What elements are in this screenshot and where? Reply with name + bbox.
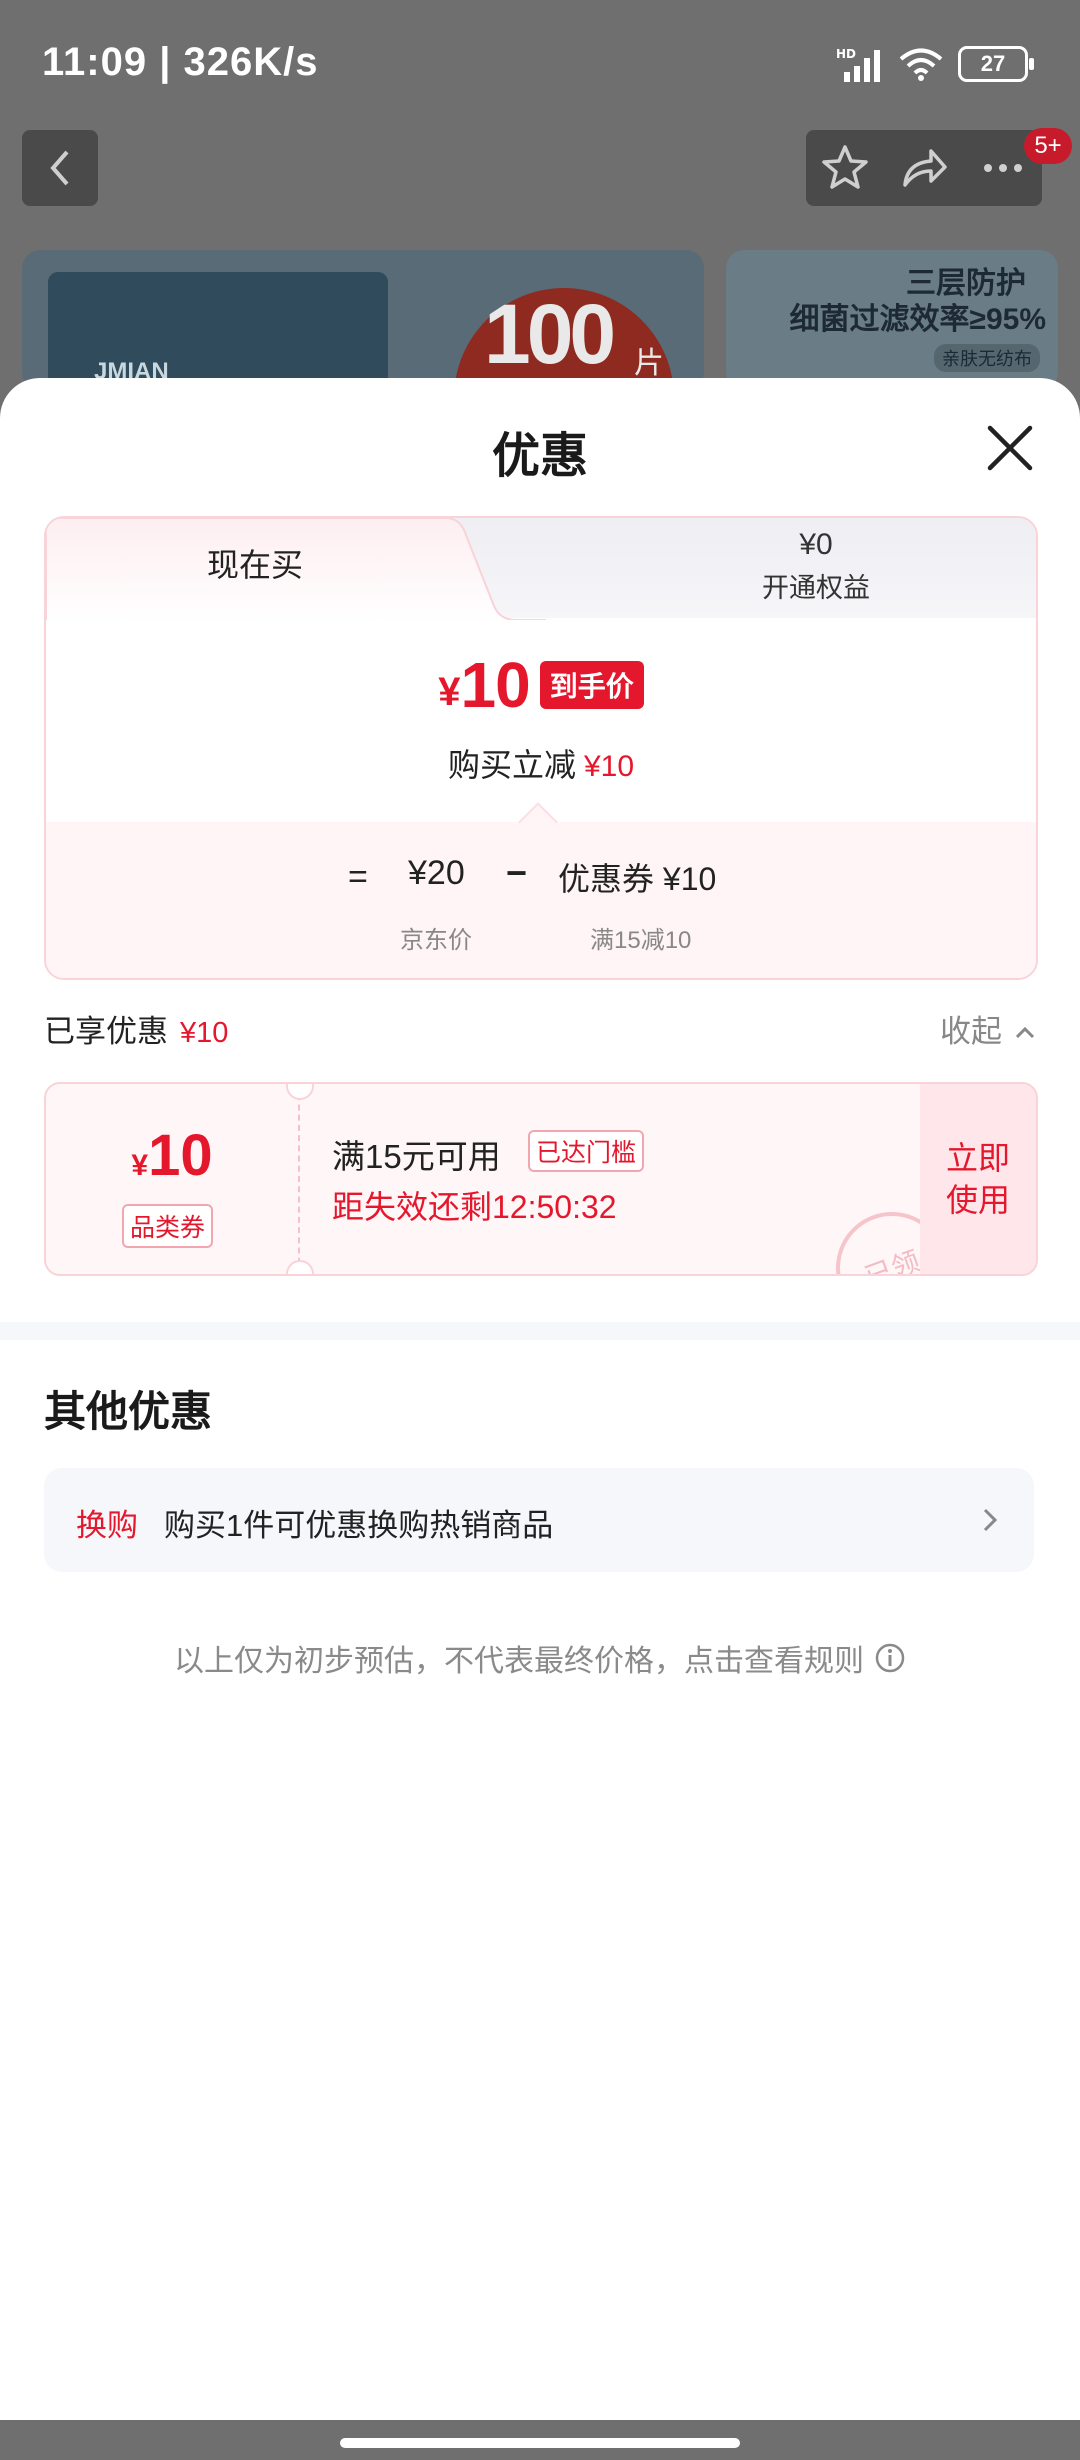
- final-price: ¥ 10 到手价: [46, 648, 1036, 722]
- tab-buy-now[interactable]: 现在买: [46, 540, 464, 586]
- enjoyed-discount: 已享优惠 ¥10: [44, 1006, 228, 1051]
- coupon-countdown: 距失效还剩12:50:32: [332, 1189, 617, 1225]
- section-separator: [0, 1322, 1080, 1340]
- discount-sheet: 优惠 现在买 ¥0 开通权益 ¥ 10 到手价 购买立减 ¥10 = ¥20 − …: [0, 378, 1080, 2420]
- price-card: 现在买 ¥0 开通权益 ¥ 10 到手价 购买立减 ¥10 = ¥20 − 优惠券…: [44, 516, 1038, 980]
- reduction-amount: ¥10: [583, 750, 635, 783]
- product-image-2[interactable]: 三层防护 细菌过滤效率≥95% 亲肤无纺布: [726, 250, 1058, 390]
- star-icon[interactable]: [820, 143, 870, 193]
- final-price-tag: 到手价: [539, 661, 644, 709]
- coupon-symbol: ¥: [131, 1149, 149, 1182]
- sheet-title: 优惠: [491, 430, 588, 483]
- jd-price-label: 京东价: [400, 927, 472, 954]
- home-indicator[interactable]: [340, 2438, 740, 2448]
- battery-icon: 27: [958, 46, 1034, 82]
- instant-reduction: 购买立减 ¥10: [46, 740, 1036, 786]
- count-value: 100: [484, 287, 616, 381]
- threshold-reached-badge: 已达门槛: [528, 1130, 645, 1172]
- chevron-right-icon: [983, 1508, 998, 1532]
- coupon-condition: 满15元可用: [332, 1138, 501, 1175]
- coupon-notch-bottom: [286, 1260, 314, 1274]
- price-value: 10: [460, 649, 531, 721]
- use-now-button[interactable]: 立即使用: [920, 1084, 1036, 1274]
- status-bar: 11:09 | 326K/s HD 27: [0, 0, 1080, 130]
- coupon-deduction: 优惠券 ¥10: [558, 861, 717, 897]
- message-badge: 5+: [1024, 128, 1072, 164]
- coupon-value-area: ¥10 品类券: [46, 1084, 298, 1274]
- formula-minus: −: [506, 852, 528, 893]
- exchange-tag: 换购: [76, 1508, 138, 1543]
- chevron-left-icon: [50, 150, 69, 186]
- product-package: JMIAN: [48, 272, 388, 390]
- reduction-label: 购买立减: [447, 747, 576, 783]
- count-unit: 片: [634, 347, 664, 380]
- info-icon[interactable]: [874, 1642, 906, 1674]
- coupon-rule-label: 满15减10: [590, 927, 692, 954]
- status-icons: HD 27: [836, 44, 1034, 84]
- tab-equity[interactable]: 开通权益: [596, 566, 1036, 605]
- more-icon[interactable]: [978, 143, 1028, 193]
- close-icon[interactable]: [982, 420, 1038, 476]
- signal-icon: HD: [836, 47, 880, 82]
- coupon-category: 品类券: [122, 1204, 214, 1248]
- svg-text:HD: HD: [836, 47, 856, 61]
- price-disclaimer[interactable]: 以上仅为初步预估，不代表最终价格，点击查看规则: [0, 1636, 1080, 1680]
- other-discounts-title: 其他优惠: [44, 1388, 213, 1435]
- use-now-label: 立即使用: [945, 1140, 1010, 1218]
- exchange-offer-row[interactable]: 换购 购买1件可优惠换购热销商品: [44, 1468, 1034, 1572]
- coupon-amount: ¥10: [46, 1122, 298, 1189]
- coupon-value: 10: [148, 1123, 213, 1188]
- coupon-divider: [298, 1084, 300, 1274]
- share-icon[interactable]: [899, 143, 949, 193]
- back-button[interactable]: [22, 130, 98, 206]
- status-time: 11:09 | 326K/s: [42, 40, 319, 84]
- disclaimer-text: 以上仅为初步预估，不代表最终价格，点击查看规则: [174, 1645, 864, 1678]
- image-subline: 细菌过滤效率≥95%: [789, 303, 1046, 336]
- exchange-text: 购买1件可优惠换购热销商品: [164, 1508, 554, 1543]
- enjoyed-amount: ¥10: [180, 1017, 229, 1049]
- jd-price: ¥20: [408, 854, 465, 892]
- enjoyed-label: 已享优惠: [44, 1014, 168, 1049]
- tab-equity-price[interactable]: ¥0: [596, 528, 1036, 562]
- chevron-up-icon[interactable]: [1014, 1022, 1036, 1044]
- collapse-button[interactable]: 收起: [940, 1006, 1002, 1051]
- top-actions: [806, 130, 1042, 206]
- product-image[interactable]: JMIAN 100 片: [22, 250, 704, 390]
- wifi-icon: [899, 48, 943, 81]
- price-symbol: ¥: [438, 669, 461, 714]
- formula-equals: =: [348, 858, 368, 896]
- price-formula: = ¥20 − 优惠券 ¥10 京东价 满15减10: [46, 822, 1036, 978]
- image-badge: 亲肤无纺布: [934, 344, 1040, 372]
- coupon-card: ¥10 品类券 满15元可用 已达门槛 距失效还剩12:50:32 已领 立即使…: [44, 1082, 1038, 1276]
